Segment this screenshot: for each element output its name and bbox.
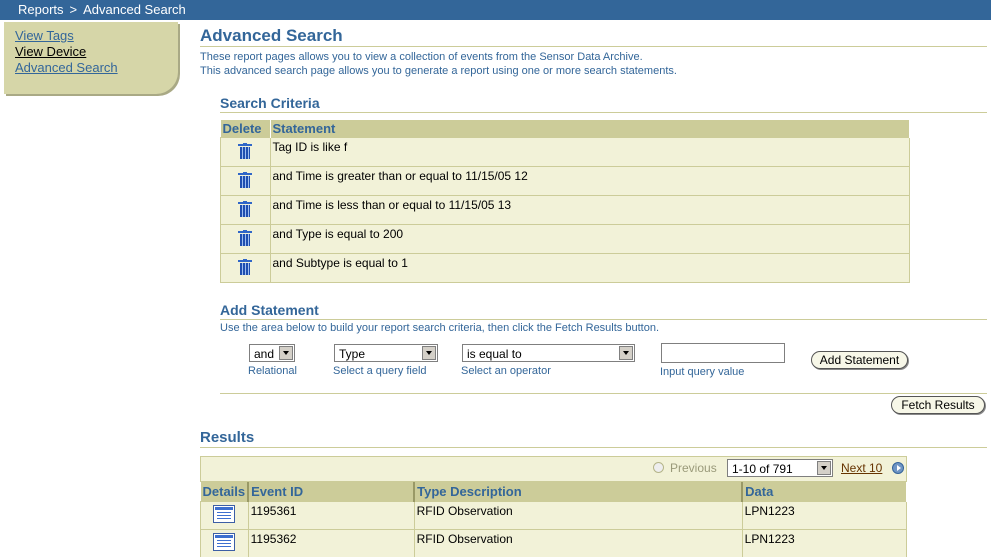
operator-value: is equal to: [467, 347, 522, 361]
col-details: Details: [201, 482, 249, 502]
nav-view-device[interactable]: View Device: [15, 44, 178, 60]
data-cell: LPN1223: [742, 530, 906, 557]
delete-cell: [221, 167, 271, 196]
query-field-select[interactable]: Type: [334, 344, 438, 362]
relational-select[interactable]: and: [249, 344, 295, 362]
intro-line-2: This advanced search page allows you to …: [200, 64, 677, 78]
nav-view-tags[interactable]: View Tags: [15, 28, 178, 44]
type-description-cell: RFID Observation: [414, 530, 742, 557]
event-id-cell: 1195362: [248, 530, 414, 557]
add-statement-divider: [220, 319, 987, 320]
search-criteria-divider: [220, 112, 987, 113]
trash-icon[interactable]: [238, 172, 252, 188]
delete-cell: [221, 225, 271, 254]
statement-cell: Tag ID is like f: [270, 138, 910, 167]
criteria-row: and Subtype is equal to 1: [221, 254, 910, 283]
results-range-value: 1-10 of 791: [732, 462, 793, 476]
previous-link: Previous: [670, 461, 717, 475]
relational-value: and: [254, 347, 274, 361]
breadcrumb-root[interactable]: Reports: [18, 2, 64, 17]
delete-cell: [221, 254, 271, 283]
delete-cell: [221, 196, 271, 225]
next-arrow-icon[interactable]: [892, 462, 904, 474]
chevron-down-icon[interactable]: [817, 461, 831, 475]
criteria-row: and Type is equal to 200: [221, 225, 910, 254]
add-statement-bottom-divider: [220, 393, 987, 394]
search-criteria-heading: Search Criteria: [220, 95, 320, 111]
details-cell: [201, 530, 249, 557]
breadcrumb-separator: >: [70, 2, 78, 17]
query-field-value: Type: [339, 347, 365, 361]
event-id-cell: 1195361: [248, 502, 414, 530]
trash-icon[interactable]: [238, 143, 252, 159]
query-value-label: Input query value: [660, 366, 744, 378]
trash-icon[interactable]: [238, 201, 252, 217]
details-icon[interactable]: [213, 533, 235, 551]
previous-icon: [653, 462, 664, 473]
col-delete: Delete: [221, 120, 271, 138]
details-icon[interactable]: [213, 505, 235, 523]
operator-select[interactable]: is equal to: [462, 344, 635, 362]
criteria-header-row: Delete Statement: [221, 120, 910, 138]
delete-cell: [221, 138, 271, 167]
statement-cell: and Time is greater than or equal to 11/…: [270, 167, 910, 196]
results-heading: Results: [200, 429, 254, 446]
trash-icon[interactable]: [238, 230, 252, 246]
nav-advanced-search[interactable]: Advanced Search: [15, 60, 178, 76]
title-divider: [200, 46, 987, 47]
query-field-label: Select a query field: [333, 365, 427, 377]
query-value-input[interactable]: [661, 343, 785, 363]
col-statement: Statement: [270, 120, 910, 138]
col-type-description[interactable]: Type Description: [414, 482, 742, 502]
criteria-row: Tag ID is like f: [221, 138, 910, 167]
results-table: Details Event ID Type Description Data 1…: [200, 482, 907, 557]
next-link[interactable]: Next 10: [841, 461, 882, 475]
add-statement-button[interactable]: Add Statement: [811, 351, 908, 369]
col-data[interactable]: Data: [742, 482, 906, 502]
criteria-row: and Time is greater than or equal to 11/…: [221, 167, 910, 196]
criteria-table: Delete Statement Tag ID is like f and Ti…: [220, 120, 910, 283]
add-statement-help: Use the area below to build your report …: [220, 322, 659, 334]
page-intro: These report pages allows you to view a …: [200, 50, 677, 78]
statement-cell: and Type is equal to 200: [270, 225, 910, 254]
chevron-down-icon[interactable]: [422, 346, 436, 360]
criteria-row: and Time is less than or equal to 11/15/…: [221, 196, 910, 225]
details-cell: [201, 502, 249, 530]
statement-cell: and Subtype is equal to 1: [270, 254, 910, 283]
results-range-select[interactable]: 1-10 of 791: [727, 459, 833, 477]
breadcrumb-current: Advanced Search: [83, 2, 186, 17]
relational-label: Relational: [248, 365, 297, 377]
data-cell: LPN1223: [742, 502, 906, 530]
fetch-results-button[interactable]: Fetch Results: [891, 396, 985, 414]
col-event-id[interactable]: Event ID: [248, 482, 414, 502]
breadcrumb: Reports > Advanced Search: [18, 0, 186, 20]
top-bar: Reports > Advanced Search: [0, 0, 991, 20]
intro-line-1: These report pages allows you to view a …: [200, 50, 677, 64]
chevron-down-icon[interactable]: [279, 346, 293, 360]
table-row: 1195362 RFID Observation LPN1223: [201, 530, 907, 557]
results-header-row: Details Event ID Type Description Data: [201, 482, 907, 502]
side-navigation: View Tags View Device Advanced Search: [4, 22, 178, 94]
type-description-cell: RFID Observation: [414, 502, 742, 530]
page-title: Advanced Search: [200, 26, 343, 46]
results-divider: [200, 447, 987, 448]
trash-icon[interactable]: [238, 259, 252, 275]
table-row: 1195361 RFID Observation LPN1223: [201, 502, 907, 530]
operator-label: Select an operator: [461, 365, 551, 377]
chevron-down-icon[interactable]: [619, 346, 633, 360]
statement-cell: and Time is less than or equal to 11/15/…: [270, 196, 910, 225]
add-statement-heading: Add Statement: [220, 302, 319, 318]
